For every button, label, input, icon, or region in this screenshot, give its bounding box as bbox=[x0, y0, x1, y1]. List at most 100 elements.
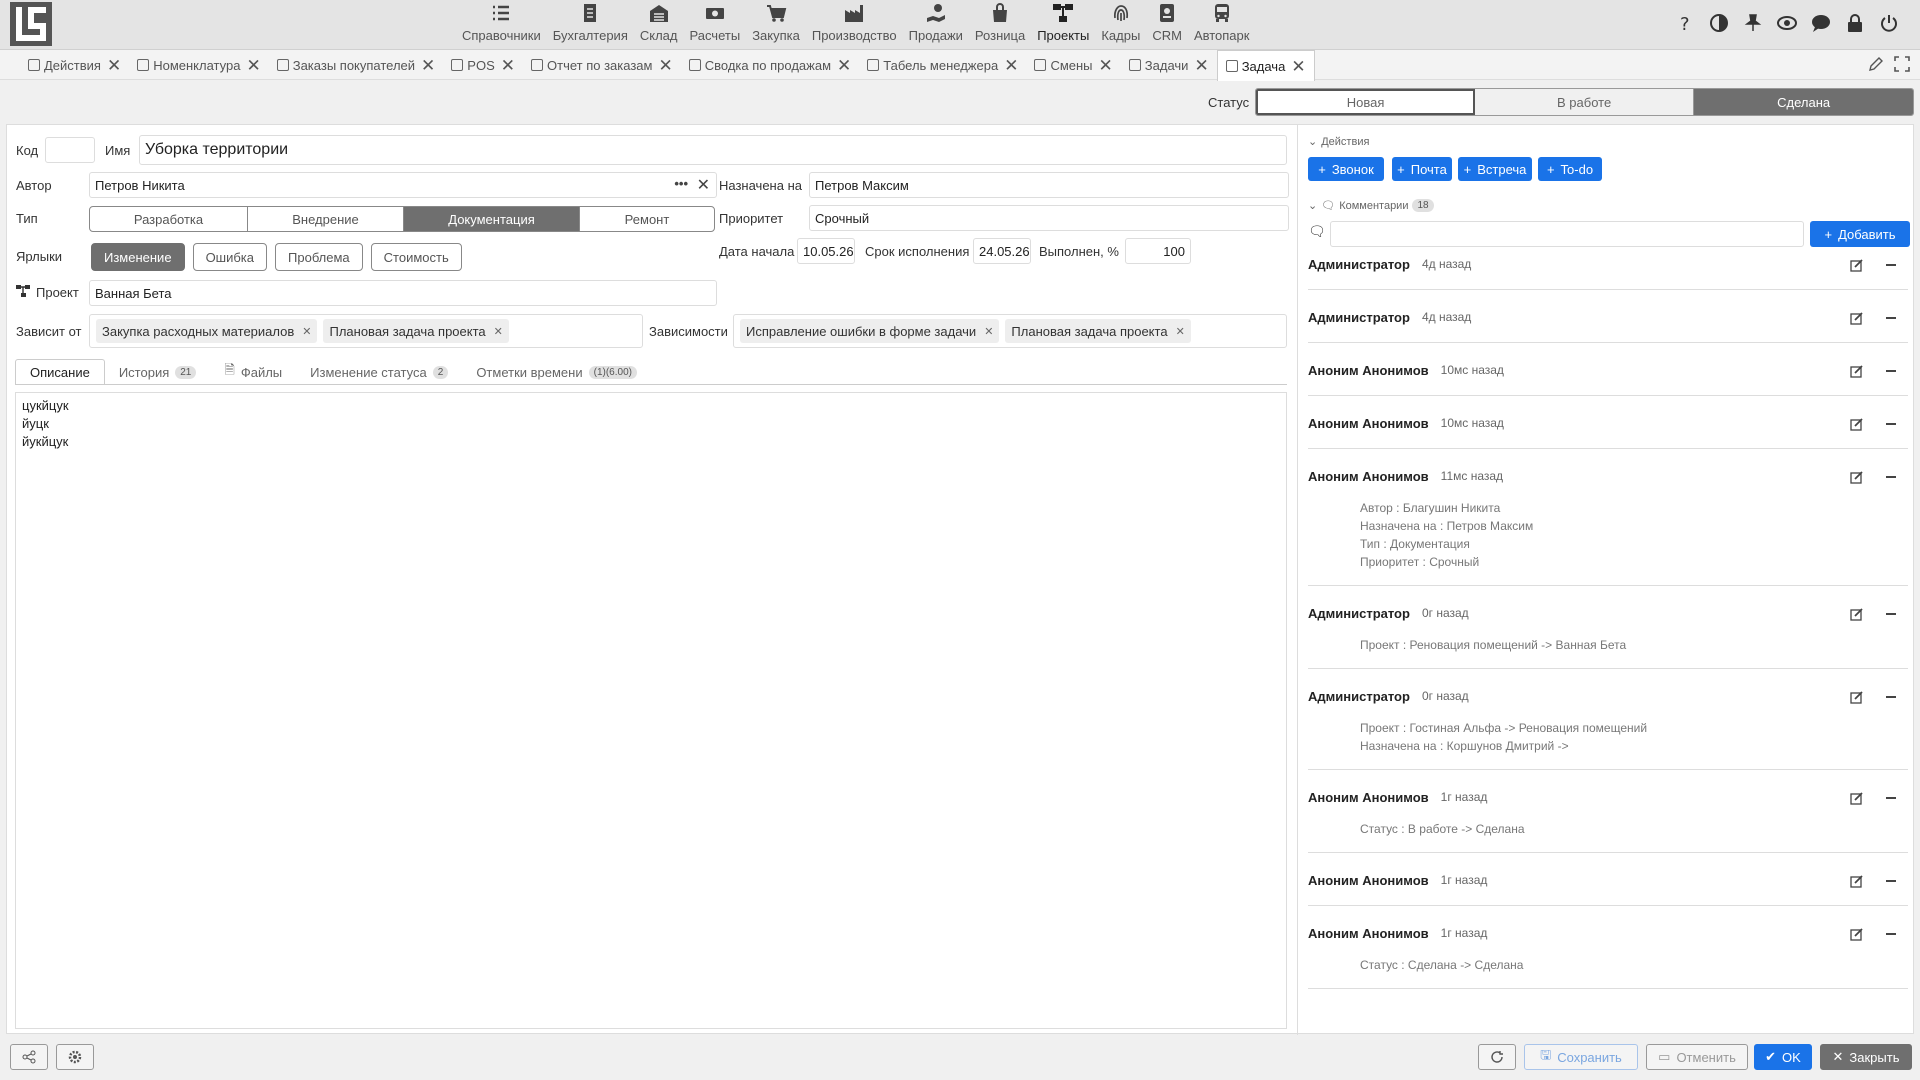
action-button[interactable]: + Звонок bbox=[1308, 157, 1384, 181]
close-icon[interactable]: ✕ bbox=[1099, 57, 1113, 74]
nav-item-bag[interactable]: Розница bbox=[969, 0, 1031, 50]
collapse-icon[interactable] bbox=[1886, 370, 1896, 372]
clear-icon[interactable]: ✕ bbox=[697, 175, 710, 195]
edit-icon[interactable] bbox=[1868, 56, 1884, 72]
author-input[interactable]: Петров Никита ••• ✕ bbox=[89, 172, 717, 198]
close-icon[interactable]: ✕ bbox=[421, 57, 435, 74]
tab-6[interactable]: Табель менеджера ✕ bbox=[859, 50, 1026, 80]
close-icon[interactable]: ✕ bbox=[1194, 57, 1208, 74]
action-button[interactable]: + To-do bbox=[1538, 157, 1602, 181]
close-icon[interactable]: ✕ bbox=[1291, 58, 1305, 75]
edit-icon[interactable] bbox=[1850, 258, 1864, 272]
collapse-icon[interactable] bbox=[1886, 476, 1896, 478]
tab-0[interactable]: Действия ✕ bbox=[20, 50, 129, 80]
status-option[interactable]: Сделана bbox=[1694, 89, 1914, 115]
remove-icon[interactable]: ✕ bbox=[302, 325, 311, 338]
tab-9[interactable]: Задача ✕ bbox=[1216, 50, 1315, 81]
nav-item-warehouse[interactable]: Склад bbox=[634, 0, 684, 50]
collapse-icon[interactable] bbox=[1886, 797, 1896, 799]
eye-icon[interactable] bbox=[1776, 12, 1798, 34]
type-option[interactable]: Ремонт bbox=[580, 207, 714, 231]
project-input[interactable]: Ванная Бета bbox=[89, 280, 717, 306]
name-input[interactable]: Уборка территории bbox=[139, 135, 1287, 165]
nav-item-badge[interactable]: CRM bbox=[1146, 0, 1188, 50]
chat-icon[interactable] bbox=[1810, 12, 1832, 34]
tab-8[interactable]: Задачи ✕ bbox=[1121, 50, 1217, 80]
close-icon[interactable]: ✕ bbox=[837, 57, 851, 74]
close-icon[interactable]: ✕ bbox=[1004, 57, 1018, 74]
share-button[interactable] bbox=[10, 1044, 48, 1070]
edit-icon[interactable] bbox=[1850, 364, 1864, 378]
ok-button[interactable]: ✔ OK bbox=[1754, 1044, 1812, 1070]
cancel-button[interactable]: ▭ Отменить bbox=[1646, 1044, 1748, 1070]
app-logo[interactable] bbox=[10, 2, 52, 46]
subtab-0[interactable]: Описание bbox=[15, 359, 105, 385]
edit-icon[interactable] bbox=[1850, 874, 1864, 888]
tab-4[interactable]: Отчет по заказам ✕ bbox=[523, 50, 681, 80]
power-icon[interactable] bbox=[1878, 12, 1900, 34]
tab-3[interactable]: POS ✕ bbox=[443, 50, 523, 80]
tab-7[interactable]: Смены ✕ bbox=[1026, 50, 1120, 80]
comments-header[interactable]: ⌄ 🗨 Комментарии 18 bbox=[1308, 199, 1434, 212]
subtab-4[interactable]: Отметки времени (1)(6.00) bbox=[462, 359, 651, 385]
collapse-icon[interactable] bbox=[1886, 423, 1896, 425]
description-editor[interactable]: цукйцук йуцк йукйцук bbox=[15, 392, 1287, 1029]
action-button[interactable]: + Почта bbox=[1392, 157, 1452, 181]
collapse-icon[interactable] bbox=[1886, 933, 1896, 935]
close-button[interactable]: ✕ Закрыть bbox=[1820, 1044, 1912, 1070]
done-input[interactable]: 100 bbox=[1125, 238, 1191, 264]
subtab-2[interactable]: 🗎 Файлы bbox=[210, 359, 296, 385]
nav-item-ledger[interactable]: Бухгалтерия bbox=[547, 0, 634, 50]
edit-icon[interactable] bbox=[1850, 791, 1864, 805]
close-icon[interactable]: ✕ bbox=[246, 57, 260, 74]
actions-header[interactable]: ⌄ Действия bbox=[1308, 135, 1369, 149]
edit-icon[interactable] bbox=[1850, 927, 1864, 941]
close-icon[interactable]: ✕ bbox=[658, 57, 672, 74]
contrast-icon[interactable] bbox=[1708, 12, 1730, 34]
status-option[interactable]: Новая bbox=[1256, 89, 1476, 115]
action-button[interactable]: + Встреча bbox=[1458, 157, 1532, 181]
close-icon[interactable]: ✕ bbox=[107, 57, 121, 74]
edit-icon[interactable] bbox=[1850, 690, 1864, 704]
start-input[interactable]: 10.05.26 bbox=[797, 238, 855, 264]
collapse-icon[interactable] bbox=[1886, 264, 1896, 266]
tag-chip[interactable]: Стоимость bbox=[370, 243, 462, 271]
collapse-icon[interactable] bbox=[1886, 880, 1896, 882]
nav-item-factory[interactable]: Производство bbox=[806, 0, 903, 50]
refresh-button[interactable] bbox=[1478, 1044, 1516, 1070]
fullscreen-icon[interactable] bbox=[1894, 56, 1910, 72]
lock-icon[interactable] bbox=[1844, 12, 1866, 34]
remove-icon[interactable]: ✕ bbox=[494, 325, 503, 338]
priority-input[interactable]: Срочный bbox=[809, 205, 1289, 231]
edit-icon[interactable] bbox=[1850, 470, 1864, 484]
assigned-input[interactable]: Петров Максим bbox=[809, 172, 1289, 198]
edit-icon[interactable] bbox=[1850, 417, 1864, 431]
tag-chip[interactable]: Ошибка bbox=[192, 243, 268, 271]
nav-item-list[interactable]: Справочники bbox=[456, 0, 547, 50]
tab-1[interactable]: Номенклатура ✕ bbox=[129, 50, 269, 80]
due-input[interactable]: 24.05.26 bbox=[973, 238, 1031, 264]
collapse-icon[interactable] bbox=[1886, 613, 1896, 615]
code-input[interactable] bbox=[45, 137, 95, 163]
status-option[interactable]: В работе bbox=[1475, 89, 1695, 115]
tag-chip[interactable]: Изменение bbox=[91, 243, 185, 271]
depends-on-field[interactable]: Закупка расходных материалов ✕ Плановая за… bbox=[89, 314, 643, 348]
save-button[interactable]: 🖫 Сохранить bbox=[1524, 1044, 1638, 1070]
nav-item-money[interactable]: Расчеты bbox=[683, 0, 746, 50]
nav-item-sitemap[interactable]: Проекты bbox=[1031, 0, 1095, 50]
nav-item-hand-money[interactable]: Продажи bbox=[903, 0, 969, 50]
type-option[interactable]: Внедрение bbox=[248, 207, 404, 231]
nav-item-cart[interactable]: Закупка bbox=[746, 0, 806, 50]
remove-icon[interactable]: ✕ bbox=[984, 325, 993, 338]
nav-item-fingerprint[interactable]: Кадры bbox=[1095, 0, 1146, 50]
help-icon[interactable]: ? bbox=[1674, 12, 1696, 34]
comment-input[interactable] bbox=[1330, 221, 1804, 247]
settings-button[interactable] bbox=[56, 1044, 94, 1070]
edit-icon[interactable] bbox=[1850, 311, 1864, 325]
tab-2[interactable]: Заказы покупателей ✕ bbox=[269, 50, 444, 80]
edit-icon[interactable] bbox=[1850, 607, 1864, 621]
more-icon[interactable]: ••• bbox=[674, 176, 688, 191]
nav-item-bus[interactable]: Автопарк bbox=[1188, 0, 1256, 50]
close-icon[interactable]: ✕ bbox=[501, 57, 515, 74]
dependencies-field[interactable]: Исправление ошибки в форме задачи ✕ Планов… bbox=[733, 314, 1287, 348]
